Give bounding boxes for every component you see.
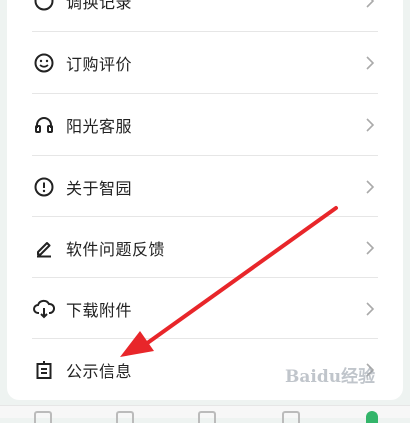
chevron-right-icon	[366, 240, 375, 255]
chevron-right-icon	[366, 179, 375, 194]
swap-icon	[32, 0, 56, 13]
menu-item-label: 关于智园	[66, 178, 133, 198]
menu-item-feedback[interactable]: 软件问题反馈	[32, 217, 378, 278]
menu-item-download-attachments[interactable]: 下载附件	[32, 278, 378, 339]
chevron-right-icon	[366, 117, 375, 132]
menu-item-customer-service[interactable]: 阳光客服	[32, 94, 378, 155]
smiley-icon	[32, 51, 56, 75]
bottom-tab-bar	[0, 405, 410, 423]
menu-item-label: 软件问题反馈	[66, 239, 166, 259]
tab-home-icon[interactable]	[34, 411, 52, 423]
cloud-download-icon	[32, 297, 56, 321]
menu-item-label: 阳光客服	[66, 116, 133, 136]
tab-cart-icon[interactable]	[282, 411, 300, 423]
menu-item-label: 公示信息	[66, 361, 133, 381]
menu-item-label: 调换记录	[66, 0, 133, 12]
tab-message-icon[interactable]	[198, 411, 216, 423]
menu-item-order-review[interactable]: 订购评价	[32, 32, 378, 93]
info-icon	[32, 175, 56, 199]
tab-category-icon[interactable]	[116, 411, 134, 423]
menu-item-label: 下载附件	[66, 300, 133, 320]
chevron-right-icon	[366, 301, 375, 316]
menu-item-exchange-records[interactable]: 调换记录	[32, 0, 378, 31]
menu-item-label: 订购评价	[66, 54, 133, 74]
watermark: Baidu经验	[285, 367, 376, 387]
chevron-right-icon	[366, 0, 375, 8]
tab-profile-icon[interactable]	[366, 411, 378, 423]
headset-icon	[32, 113, 56, 137]
pen-icon	[32, 236, 56, 260]
chevron-right-icon	[366, 55, 375, 70]
notice-board-icon	[32, 358, 56, 382]
menu-item-about[interactable]: 关于智园	[32, 156, 378, 217]
